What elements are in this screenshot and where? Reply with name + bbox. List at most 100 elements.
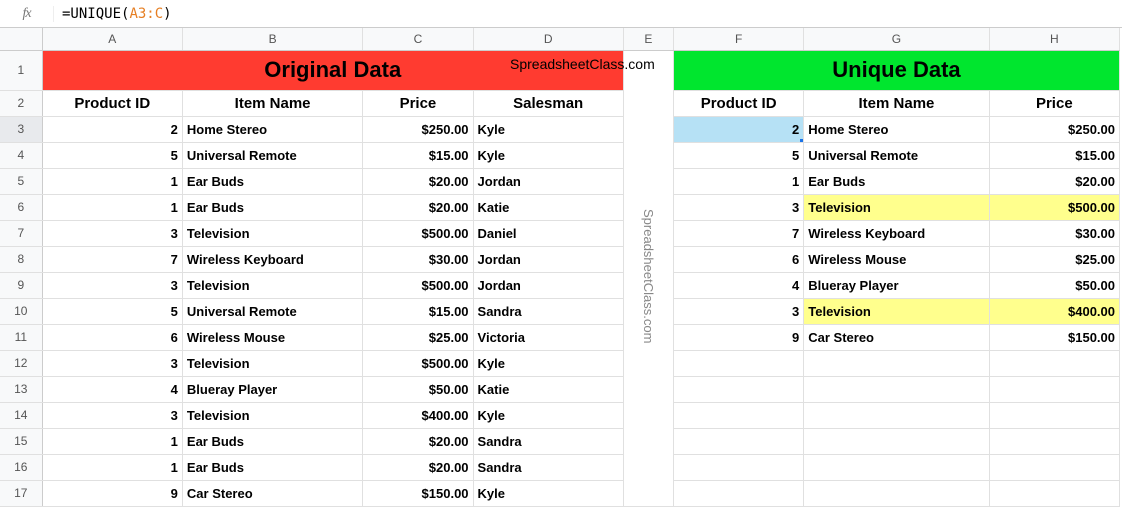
cell-D15[interactable]: Sandra	[473, 428, 623, 454]
cell-A14[interactable]: 3	[42, 402, 182, 428]
col-header-F[interactable]: F	[673, 28, 803, 50]
cell-H15[interactable]	[989, 428, 1119, 454]
cell-B7[interactable]: Television	[182, 220, 362, 246]
cell-F8[interactable]: 6	[673, 246, 803, 272]
cell-G12[interactable]	[804, 350, 989, 376]
cell-H6[interactable]: $500.00	[989, 194, 1119, 220]
cell-F7[interactable]: 7	[673, 220, 803, 246]
cell-C15[interactable]: $20.00	[363, 428, 473, 454]
formula-input[interactable]: =UNIQUE(A3:C)	[54, 6, 1122, 22]
row-header-14[interactable]: 14	[0, 402, 42, 428]
cell-B13[interactable]: Blueray Player	[182, 376, 362, 402]
cell-A3[interactable]: 2	[42, 116, 182, 142]
cell-B11[interactable]: Wireless Mouse	[182, 324, 362, 350]
spreadsheet-grid[interactable]: A B C D E F G H 1Original DataSpreadshee…	[0, 28, 1122, 507]
cell-D16[interactable]: Sandra	[473, 454, 623, 480]
cell-H14[interactable]	[989, 402, 1119, 428]
row-header-7[interactable]: 7	[0, 220, 42, 246]
cell-A12[interactable]: 3	[42, 350, 182, 376]
select-all-corner[interactable]	[0, 28, 42, 50]
cell-G3[interactable]: Home Stereo	[804, 116, 989, 142]
cell-A17[interactable]: 9	[42, 480, 182, 506]
cell-C17[interactable]: $150.00	[363, 480, 473, 506]
cell-D12[interactable]: Kyle	[473, 350, 623, 376]
cell-A10[interactable]: 5	[42, 298, 182, 324]
cell-A8[interactable]: 7	[42, 246, 182, 272]
cell-D7[interactable]: Daniel	[473, 220, 623, 246]
col-header-H[interactable]: H	[989, 28, 1119, 50]
col-header-D[interactable]: D	[473, 28, 623, 50]
row-header-16[interactable]: 16	[0, 454, 42, 480]
cell-B12[interactable]: Television	[182, 350, 362, 376]
cell-B16[interactable]: Ear Buds	[182, 454, 362, 480]
cell-C8[interactable]: $30.00	[363, 246, 473, 272]
col-header-B[interactable]: B	[182, 28, 362, 50]
row-header-1[interactable]: 1	[0, 50, 42, 90]
cell-B15[interactable]: Ear Buds	[182, 428, 362, 454]
cell-F6[interactable]: 3	[673, 194, 803, 220]
row-header-12[interactable]: 12	[0, 350, 42, 376]
cell-D10[interactable]: Sandra	[473, 298, 623, 324]
row-header-3[interactable]: 3	[0, 116, 42, 142]
cell-D3[interactable]: Kyle	[473, 116, 623, 142]
cell-D5[interactable]: Jordan	[473, 168, 623, 194]
cell-F4[interactable]: 5	[673, 142, 803, 168]
row-header-6[interactable]: 6	[0, 194, 42, 220]
cell-G10[interactable]: Television	[804, 298, 989, 324]
cell-F9[interactable]: 4	[673, 272, 803, 298]
cell-G16[interactable]	[804, 454, 989, 480]
cell-H13[interactable]	[989, 376, 1119, 402]
cell-F15[interactable]	[673, 428, 803, 454]
cell-G6[interactable]: Television	[804, 194, 989, 220]
row-header-15[interactable]: 15	[0, 428, 42, 454]
cell-G13[interactable]	[804, 376, 989, 402]
cell-D14[interactable]: Kyle	[473, 402, 623, 428]
cell-H16[interactable]	[989, 454, 1119, 480]
cell-F17[interactable]	[673, 480, 803, 506]
cell-C5[interactable]: $20.00	[363, 168, 473, 194]
cell-H12[interactable]	[989, 350, 1119, 376]
cell-F16[interactable]	[673, 454, 803, 480]
cell-F13[interactable]	[673, 376, 803, 402]
cell-C9[interactable]: $500.00	[363, 272, 473, 298]
cell-G8[interactable]: Wireless Mouse	[804, 246, 989, 272]
cell-C3[interactable]: $250.00	[363, 116, 473, 142]
cell-A9[interactable]: 3	[42, 272, 182, 298]
col-header-C[interactable]: C	[363, 28, 473, 50]
cell-G9[interactable]: Blueray Player	[804, 272, 989, 298]
cell-B17[interactable]: Car Stereo	[182, 480, 362, 506]
row-header-2[interactable]: 2	[0, 90, 42, 116]
cell-B8[interactable]: Wireless Keyboard	[182, 246, 362, 272]
cell-G5[interactable]: Ear Buds	[804, 168, 989, 194]
row-header-11[interactable]: 11	[0, 324, 42, 350]
cell-F3[interactable]: 2	[673, 116, 803, 142]
cell-H3[interactable]: $250.00	[989, 116, 1119, 142]
cell-H11[interactable]: $150.00	[989, 324, 1119, 350]
cell-H4[interactable]: $15.00	[989, 142, 1119, 168]
cell-H7[interactable]: $30.00	[989, 220, 1119, 246]
row-header-5[interactable]: 5	[0, 168, 42, 194]
cell-D13[interactable]: Katie	[473, 376, 623, 402]
cell-C10[interactable]: $15.00	[363, 298, 473, 324]
cell-H17[interactable]	[989, 480, 1119, 506]
cell-C6[interactable]: $20.00	[363, 194, 473, 220]
cell-B9[interactable]: Television	[182, 272, 362, 298]
cell-F14[interactable]	[673, 402, 803, 428]
cell-D8[interactable]: Jordan	[473, 246, 623, 272]
cell-F10[interactable]: 3	[673, 298, 803, 324]
cell-A7[interactable]: 3	[42, 220, 182, 246]
col-header-A[interactable]: A	[42, 28, 182, 50]
cell-A13[interactable]: 4	[42, 376, 182, 402]
cell-G4[interactable]: Universal Remote	[804, 142, 989, 168]
cell-H9[interactable]: $50.00	[989, 272, 1119, 298]
cell-D6[interactable]: Katie	[473, 194, 623, 220]
cell-D17[interactable]: Kyle	[473, 480, 623, 506]
cell-C4[interactable]: $15.00	[363, 142, 473, 168]
cell-A5[interactable]: 1	[42, 168, 182, 194]
cell-A6[interactable]: 1	[42, 194, 182, 220]
cell-B5[interactable]: Ear Buds	[182, 168, 362, 194]
cell-A11[interactable]: 6	[42, 324, 182, 350]
cell-B6[interactable]: Ear Buds	[182, 194, 362, 220]
col-header-G[interactable]: G	[804, 28, 989, 50]
col-header-E[interactable]: E	[623, 28, 673, 50]
